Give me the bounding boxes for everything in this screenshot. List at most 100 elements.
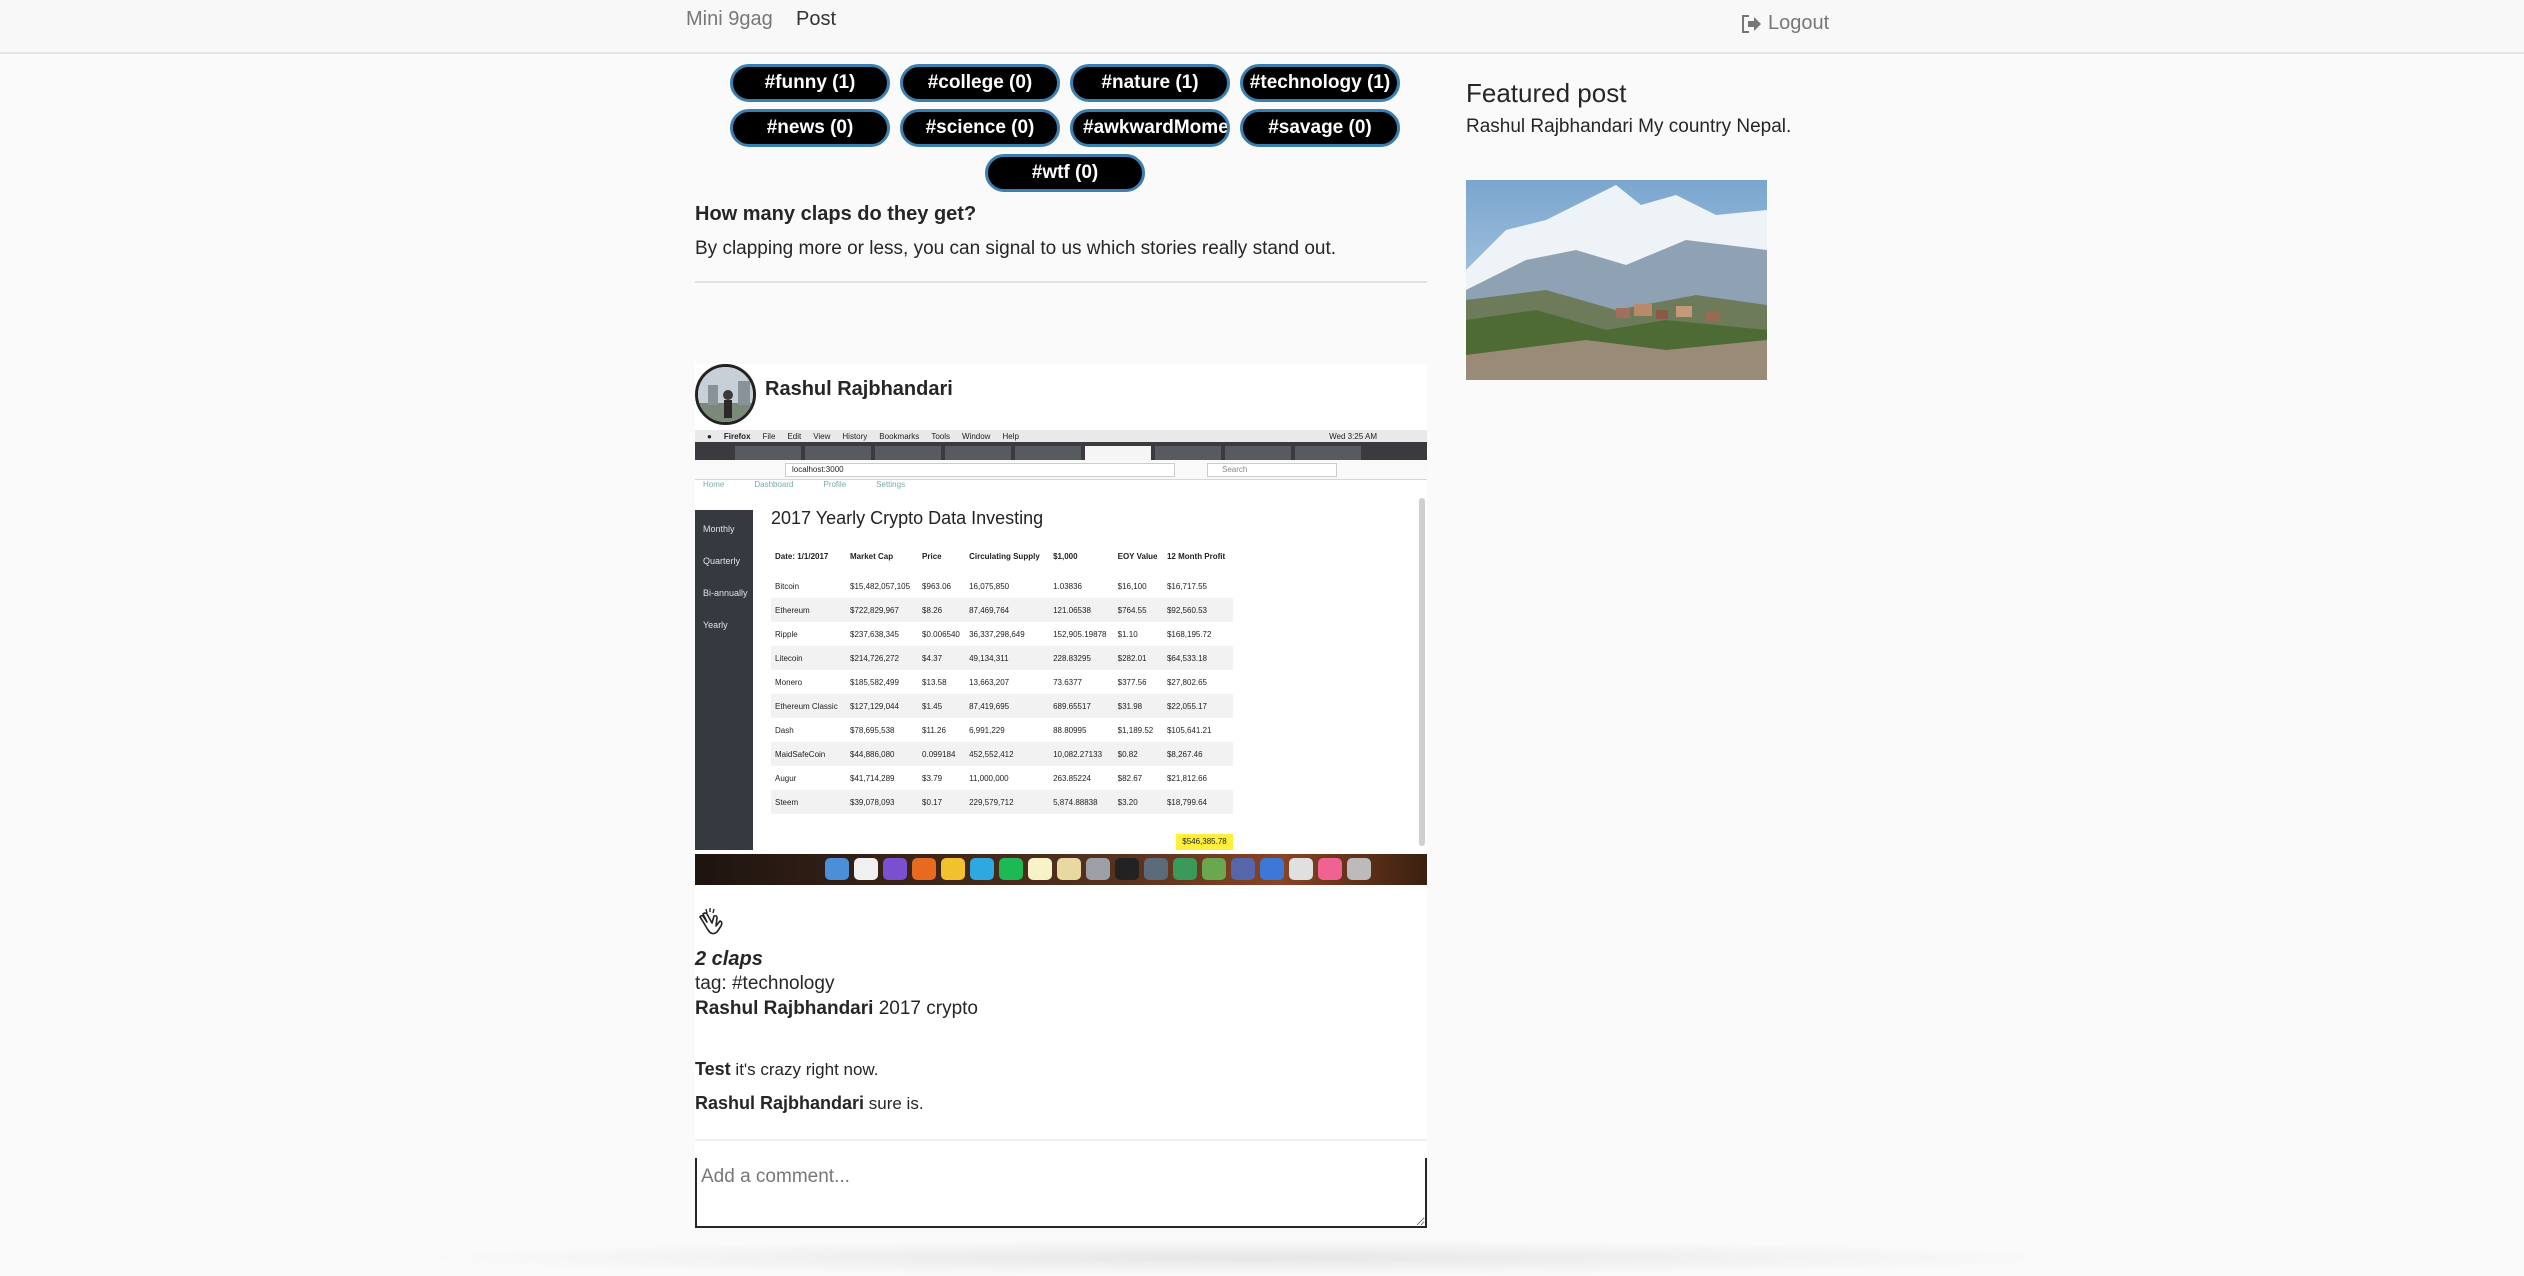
table-cell: 1.03836: [1053, 581, 1082, 591]
comment-divider: [695, 1139, 1427, 1141]
post-image[interactable]: ● Firefox File Edit View History Bookmar…: [695, 430, 1427, 885]
tag-science[interactable]: #science (0): [900, 109, 1060, 147]
table-cell: $1,189.52: [1117, 725, 1154, 735]
logout-icon: [1742, 14, 1761, 33]
browser-tab: [1015, 446, 1081, 460]
table-cell: Monero: [775, 677, 803, 687]
browser-tab-active: [1085, 446, 1151, 460]
table-row: Monero $185,582,499 $13.58 13,663,207 73.637…: [771, 670, 1233, 694]
finder-icon: [825, 858, 849, 880]
preview-icon: [1057, 858, 1081, 880]
tag-funny[interactable]: #funny (1): [730, 64, 890, 102]
tag-awkwardmoment[interactable]: #awkwardMomen: [1070, 109, 1230, 147]
table-cell: $13.58: [922, 677, 947, 687]
table-cell: Litecoin: [771, 646, 846, 670]
screenshot-app-nav: Home Dashboard Profile Settings: [695, 480, 1427, 490]
featured-author[interactable]: Rashul Rajbhandari: [1466, 116, 1633, 137]
notes-icon: [1028, 858, 1052, 880]
comment: Rashul Rajbhandari sure is.: [695, 1093, 924, 1114]
table-cell: $31.98: [1113, 694, 1163, 718]
app-nav-item: Profile: [823, 480, 847, 489]
table-cell: 87,419,695: [965, 694, 1050, 718]
dock-icons: [825, 858, 1371, 880]
photos-icon: [1144, 858, 1168, 880]
crypto-table: Date: 1/1/2017 Market Cap Price Circulat…: [771, 538, 1233, 814]
browser-tab: [945, 446, 1011, 460]
table-row: Augur $41,714,289 $3.79 11,000,000 263.85224…: [771, 766, 1233, 790]
screenshot-urlbar: localhost:3000 Search: [695, 460, 1427, 480]
table-cell: 229,579,712: [965, 790, 1050, 814]
menu-item: Firefox: [723, 431, 751, 441]
system-icon: [1086, 858, 1110, 880]
comment-author[interactable]: Rashul Rajbhandari: [695, 1093, 864, 1113]
featured-title: Featured post: [1466, 78, 1627, 108]
screenshot-sidebar: Monthly Quarterly Bi-annually Yearly: [695, 510, 753, 850]
menu-item: View: [813, 431, 831, 441]
table-row: Ethereum Classic $127,129,044 $1.45 87,419,…: [771, 694, 1233, 718]
sidebar-item: Bi-annually: [703, 588, 748, 598]
apple-icon: ●: [707, 431, 712, 441]
table-cell: 263.85224: [1053, 773, 1091, 783]
table-row: Ethereum $722,829,967 $8.26 87,469,764 121.0…: [771, 598, 1233, 622]
avatar-image: [698, 367, 753, 422]
tag-savage[interactable]: #savage (0): [1240, 109, 1400, 147]
table-cell: 152,905.19878: [1053, 629, 1107, 639]
browser-tab: [875, 446, 941, 460]
tag-wtf[interactable]: #wtf (0): [985, 154, 1145, 192]
table-cell: $11.26: [922, 725, 946, 735]
table-cell: $1.45: [918, 694, 966, 718]
column-header: 12 Month Profit: [1166, 551, 1226, 561]
post-tag: tag: #technology: [695, 973, 835, 994]
table-cell: $16,100: [1117, 581, 1147, 591]
table-cell: Dash: [775, 725, 794, 735]
tag-college[interactable]: #college (0): [900, 64, 1060, 102]
app-icon: [1202, 858, 1226, 880]
sidebar-item: Yearly: [703, 620, 728, 630]
tag-nature[interactable]: #nature (1): [1070, 64, 1230, 102]
table-row: Ripple $237,638,345 $0.006540 36,337,298,64…: [771, 622, 1233, 646]
featured-image[interactable]: [1466, 180, 1767, 380]
table-cell: 49,134,311: [965, 646, 1050, 670]
comment-input[interactable]: [695, 1158, 1427, 1228]
menu-clock: Wed 3:25 AM: [1329, 431, 1377, 441]
table-cell: $18,799.64: [1162, 790, 1233, 814]
table-cell: $8,267.46: [1162, 742, 1233, 766]
table-row: Steem $39,078,093 $0.17 229,579,712 5,874.88…: [771, 790, 1233, 814]
tag-news[interactable]: #news (0): [730, 109, 890, 147]
caption-author[interactable]: Rashul Rajbhandari: [695, 998, 873, 1019]
app-nav-item: Settings: [876, 480, 906, 489]
post-card: Rashul Rajbhandari ● Firefox File Edit V…: [695, 364, 1427, 1228]
table-cell: $41,714,289: [850, 773, 895, 783]
comment-author[interactable]: Test: [695, 1059, 731, 1079]
clap-icon[interactable]: [695, 906, 725, 938]
chrome-icon: [941, 858, 965, 880]
table-cell: 6,991,229: [969, 725, 1005, 735]
table-cell: 73.6377: [1053, 677, 1082, 687]
table-cell: $4.37: [918, 646, 966, 670]
crypto-table-body: Bitcoin $15,482,057,105 $963.06 16,075,850 1…: [771, 574, 1233, 814]
app-icon: [1289, 858, 1313, 880]
table-cell: $39,078,093: [846, 790, 919, 814]
table-cell: $963.06: [922, 581, 951, 591]
table-cell: $0.82: [1113, 742, 1163, 766]
screenshot-search: Search: [1207, 463, 1337, 477]
table-cell: Steem: [771, 790, 846, 814]
browser-tab: [1225, 446, 1291, 460]
navbar: Mini 9gag Post Logout: [0, 0, 2524, 54]
screenshot-scrollbar: [1419, 498, 1425, 846]
table-cell: $27,802.65: [1166, 677, 1208, 687]
menu-item: Tools: [931, 431, 950, 441]
post-author[interactable]: Rashul Rajbhandari: [765, 378, 953, 401]
table-cell: $722,829,967: [846, 598, 919, 622]
nav-post-link[interactable]: Post: [796, 8, 836, 31]
featured-image-art: [1466, 180, 1767, 380]
table-cell: $15,482,057,105: [850, 581, 911, 591]
avatar[interactable]: [695, 364, 756, 425]
brand-link[interactable]: Mini 9gag: [686, 8, 773, 31]
menu-item: File: [762, 431, 776, 441]
table-cell: $22,055.17: [1162, 694, 1233, 718]
table-cell: $44,886,080: [846, 742, 919, 766]
logout-button[interactable]: Logout: [1740, 12, 1829, 35]
tag-technology[interactable]: #technology (1): [1240, 64, 1400, 102]
table-cell: 689.65517: [1049, 694, 1114, 718]
